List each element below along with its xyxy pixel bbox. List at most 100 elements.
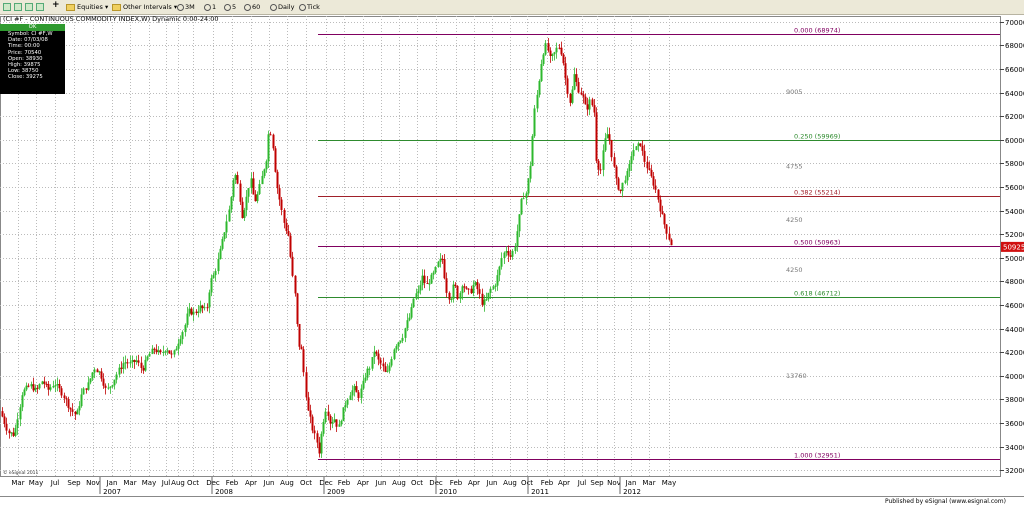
candle-body [311, 416, 314, 431]
candle-body [265, 161, 268, 170]
candle-body [219, 248, 222, 260]
candle-body [496, 275, 499, 286]
candle-body [481, 293, 484, 305]
chart-canvas[interactable]: 32000 34000 36000 38000 40000 42000 44000 46000… [0, 0, 1024, 506]
candle-body [87, 382, 90, 390]
candle-body [346, 399, 349, 405]
candle-body [96, 369, 99, 373]
y-tick-label: 64000 [1005, 90, 1024, 98]
price-panel-header: OK [0, 24, 65, 31]
candle-body [263, 169, 266, 176]
candle-body [217, 259, 220, 272]
candle-body [382, 363, 385, 367]
candle-body [307, 397, 310, 411]
candle-body [159, 350, 162, 353]
candle-body [584, 96, 587, 105]
candle-body [621, 182, 624, 192]
candle-body [459, 293, 462, 299]
candle-body [498, 266, 501, 276]
candle-body [285, 222, 288, 231]
x-month-label: Oct [411, 479, 423, 487]
candle-body [113, 379, 116, 386]
y-tick-label: 44000 [1005, 326, 1024, 334]
candle-body [184, 324, 187, 333]
candle-body [648, 168, 651, 170]
candle-body [21, 395, 24, 408]
candle-body [320, 433, 323, 454]
candle-body [19, 407, 22, 420]
candle-body [485, 299, 488, 301]
candle-body [417, 290, 420, 294]
candle-body [30, 384, 33, 387]
y-tick-label: 34000 [1005, 444, 1024, 452]
candle-body [333, 419, 336, 423]
fib-level-label: 0.618 (46712) [794, 290, 840, 298]
candle-body [14, 427, 17, 436]
y-tick-label: 38000 [1005, 396, 1024, 404]
candle-body [243, 210, 246, 218]
candle-body [542, 54, 545, 65]
candle-body [272, 134, 275, 149]
y-tick-label: 62000 [1005, 113, 1024, 121]
candle-body [487, 292, 490, 300]
candle-body [509, 255, 512, 257]
candle-body [595, 112, 598, 161]
candle-body [558, 47, 561, 49]
candle-body [188, 308, 191, 314]
candle-body [148, 353, 151, 357]
candle-body [144, 359, 147, 371]
candle-body [551, 54, 554, 56]
x-month-label: Aug [280, 479, 294, 487]
x-month-label: Sep [67, 479, 81, 487]
candle-body [164, 351, 167, 353]
candle-body [599, 169, 602, 171]
candle-body [126, 362, 129, 364]
candle-body [23, 389, 26, 396]
y-tick-label: 68000 [1005, 42, 1024, 50]
candle-body [276, 171, 279, 189]
candle-body [41, 381, 44, 385]
candle-body [137, 360, 140, 363]
candle-body [157, 350, 160, 353]
candle-body [225, 221, 228, 233]
candle-body [371, 357, 374, 369]
candle-body [302, 349, 305, 373]
candle-body [511, 250, 514, 257]
candle-body [569, 93, 572, 103]
candle-body [155, 349, 158, 353]
candle-body [562, 54, 565, 64]
candle-body [474, 282, 477, 285]
fib-range-label: 4755 [786, 163, 803, 171]
candle-body [247, 188, 250, 197]
candle-body [520, 199, 523, 215]
candle-body [478, 289, 481, 294]
candle-body [151, 348, 154, 354]
candle-body [254, 194, 257, 202]
candle-body [122, 363, 125, 369]
candle-body [450, 298, 453, 300]
candle-body [25, 385, 28, 390]
candle-body [109, 386, 112, 388]
publisher-text: Published by eSignal (www.esignal.com) [884, 498, 1006, 505]
candle-body [82, 388, 85, 395]
candle-body [1, 411, 4, 417]
x-month-label: May [662, 479, 676, 487]
candle-body [566, 78, 569, 94]
candle-body [610, 139, 613, 158]
candle-body [335, 419, 338, 427]
candle-body [280, 199, 283, 210]
x-axis: Mar May Jul Sep Nov Jan Mar May Jul Aug Oct Dec Feb A… [0, 477, 1024, 497]
candle-body [153, 348, 156, 350]
candle-body [573, 74, 576, 90]
x-year-label: 2010 [439, 488, 457, 496]
candle-body [38, 384, 41, 389]
candle-body [432, 272, 435, 275]
candle-body [388, 365, 391, 371]
candle-body [514, 246, 517, 251]
candle-body [210, 278, 213, 293]
candle-body [500, 258, 503, 267]
y-tick-label: 56000 [1005, 184, 1024, 192]
x-month-label: May [29, 479, 43, 487]
x-month-label: Jun [263, 479, 275, 487]
x-year-label: 2007 [103, 488, 121, 496]
